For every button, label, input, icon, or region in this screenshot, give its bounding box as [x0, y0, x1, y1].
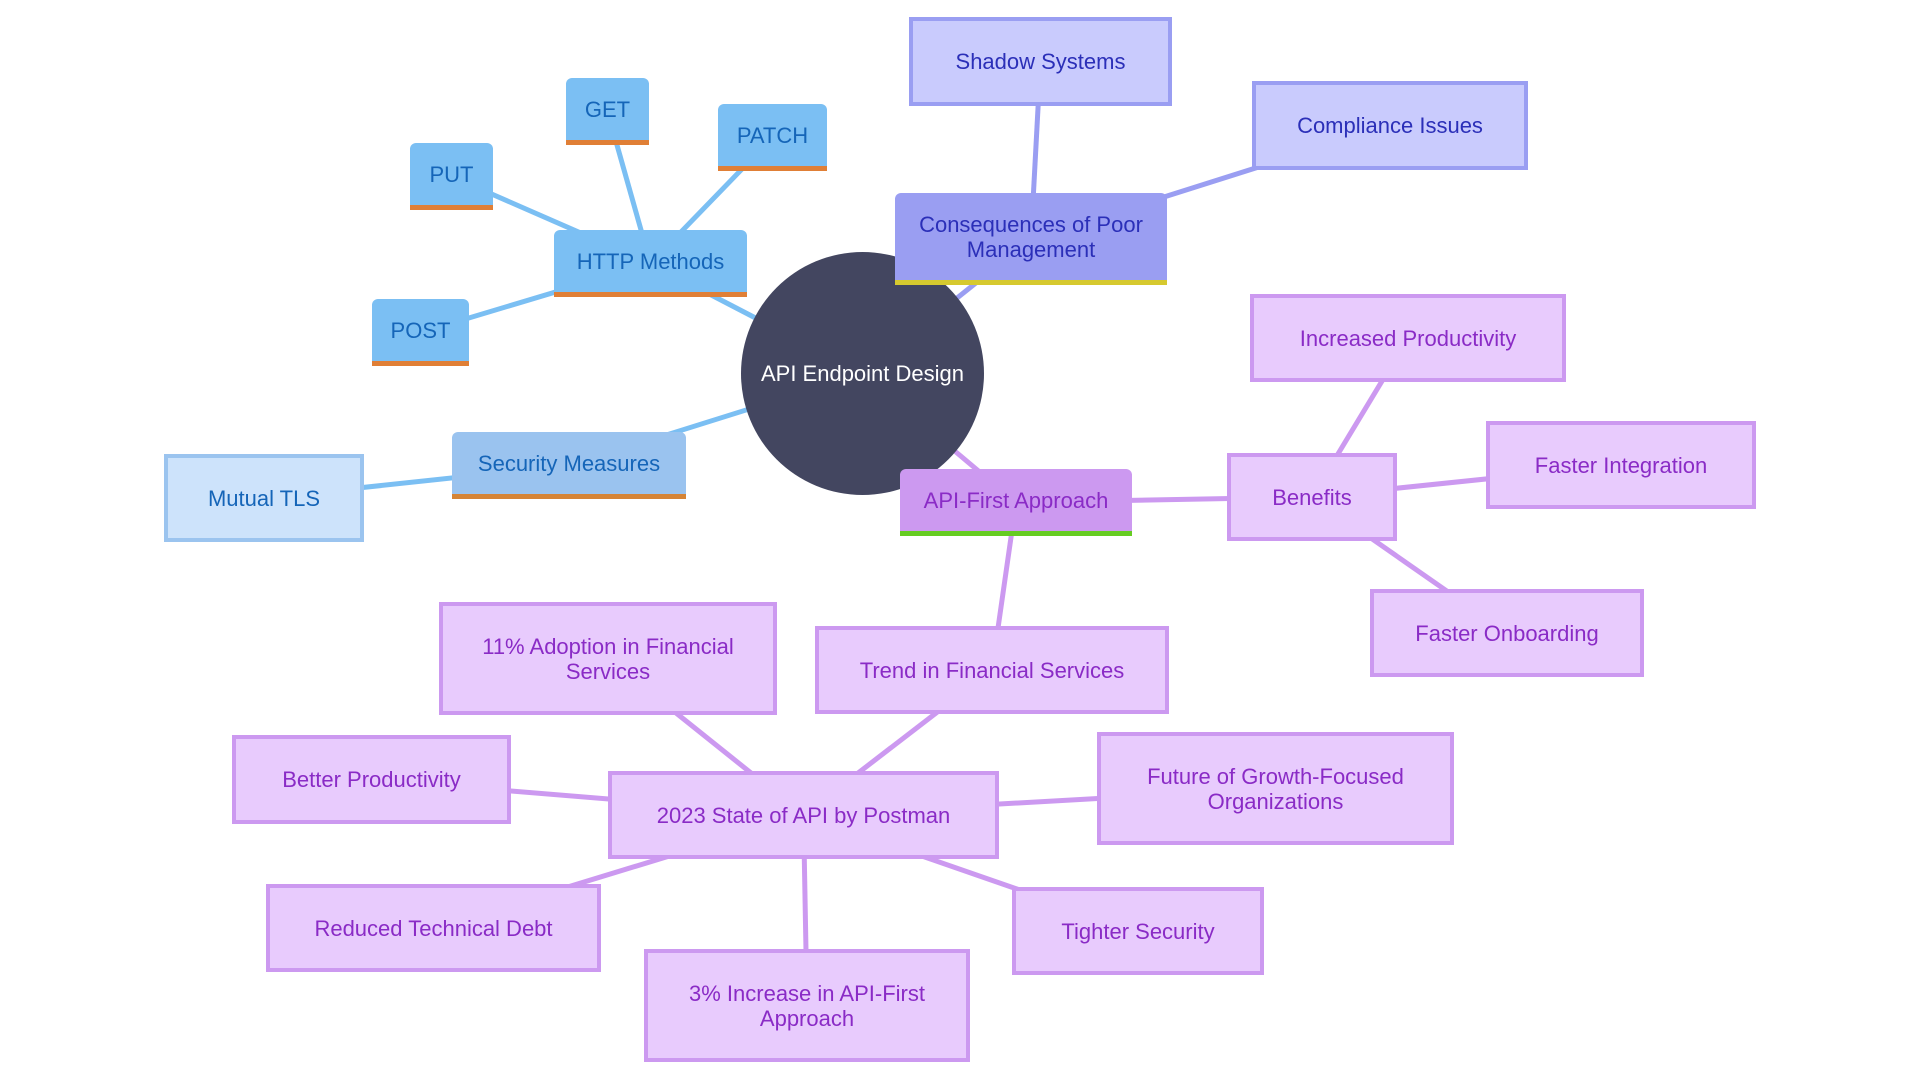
node-label: Compliance Issues [1297, 113, 1483, 138]
node-consequences-of-poor-management[interactable]: Consequences of Poor Management [895, 193, 1167, 285]
node-shadow-systems[interactable]: Shadow Systems [909, 17, 1172, 106]
node-better-productivity[interactable]: Better Productivity [232, 735, 511, 824]
node-label: Better Productivity [282, 767, 461, 792]
node-patch[interactable]: PATCH [718, 104, 827, 171]
node-label: Faster Onboarding [1415, 620, 1599, 646]
node-label: Mutual TLS [207, 485, 321, 511]
node-trend-in-financial-services[interactable]: Trend in Financial Services [815, 626, 1169, 714]
node-label: 11% Adoption in Financial Services [482, 633, 734, 684]
node-label: Increased Productivity [1299, 325, 1517, 351]
node-label: Security Measures [477, 450, 661, 476]
node-reduced-technical-debt[interactable]: Reduced Technical Debt [266, 884, 601, 972]
node-increased-productivity[interactable]: Increased Productivity [1250, 294, 1566, 382]
node-benefits[interactable]: Benefits [1227, 453, 1397, 541]
node-security-measures[interactable]: Security Measures [452, 432, 686, 499]
node-put[interactable]: PUT [410, 143, 493, 210]
node-http-methods[interactable]: HTTP Methods [554, 230, 747, 297]
root-node-api-endpoint-design[interactable]: API Endpoint Design [741, 252, 984, 495]
node-label: POST [390, 317, 451, 343]
node-label: Reduced Technical Debt [314, 915, 553, 941]
node-3-percent-increase[interactable]: 3% Increase in API-First Approach [644, 949, 970, 1062]
node-faster-integration[interactable]: Faster Integration [1486, 421, 1756, 509]
node-faster-onboarding[interactable]: Faster Onboarding [1370, 589, 1644, 677]
node-label: Trend in Financial Services [859, 657, 1125, 683]
node-label: 3% Increase in API-First Approach [689, 980, 925, 1031]
node-compliance-issues[interactable]: Compliance Issues [1252, 81, 1528, 170]
root-node-label: API Endpoint Design [760, 361, 965, 386]
node-future-of-growth-focused-organizations[interactable]: Future of Growth-Focused Organizations [1097, 732, 1454, 845]
node-tighter-security[interactable]: Tighter Security [1012, 887, 1264, 975]
node-label: Tighter Security [1061, 918, 1215, 944]
node-get[interactable]: GET [566, 78, 649, 145]
node-label: HTTP Methods [576, 248, 725, 274]
node-2023-state-of-api-by-postman[interactable]: 2023 State of API by Postman [608, 771, 999, 859]
node-label: Faster Integration [1534, 452, 1708, 478]
node-api-first-approach[interactable]: API-First Approach [900, 469, 1132, 536]
node-label: PUT [429, 161, 474, 187]
node-label: GET [584, 96, 631, 122]
node-label: 2023 State of API by Postman [656, 802, 951, 828]
node-mutual-tls[interactable]: Mutual TLS [164, 454, 364, 542]
node-post[interactable]: POST [372, 299, 469, 366]
node-11-percent-adoption[interactable]: 11% Adoption in Financial Services [439, 602, 777, 715]
node-label: Benefits [1272, 484, 1352, 510]
node-label: Shadow Systems [955, 49, 1126, 74]
node-label: API-First Approach [923, 487, 1109, 513]
node-label: Future of Growth-Focused Organizations [1147, 763, 1404, 814]
node-label: PATCH [736, 122, 809, 148]
node-label: Consequences of Poor Management [919, 211, 1143, 262]
